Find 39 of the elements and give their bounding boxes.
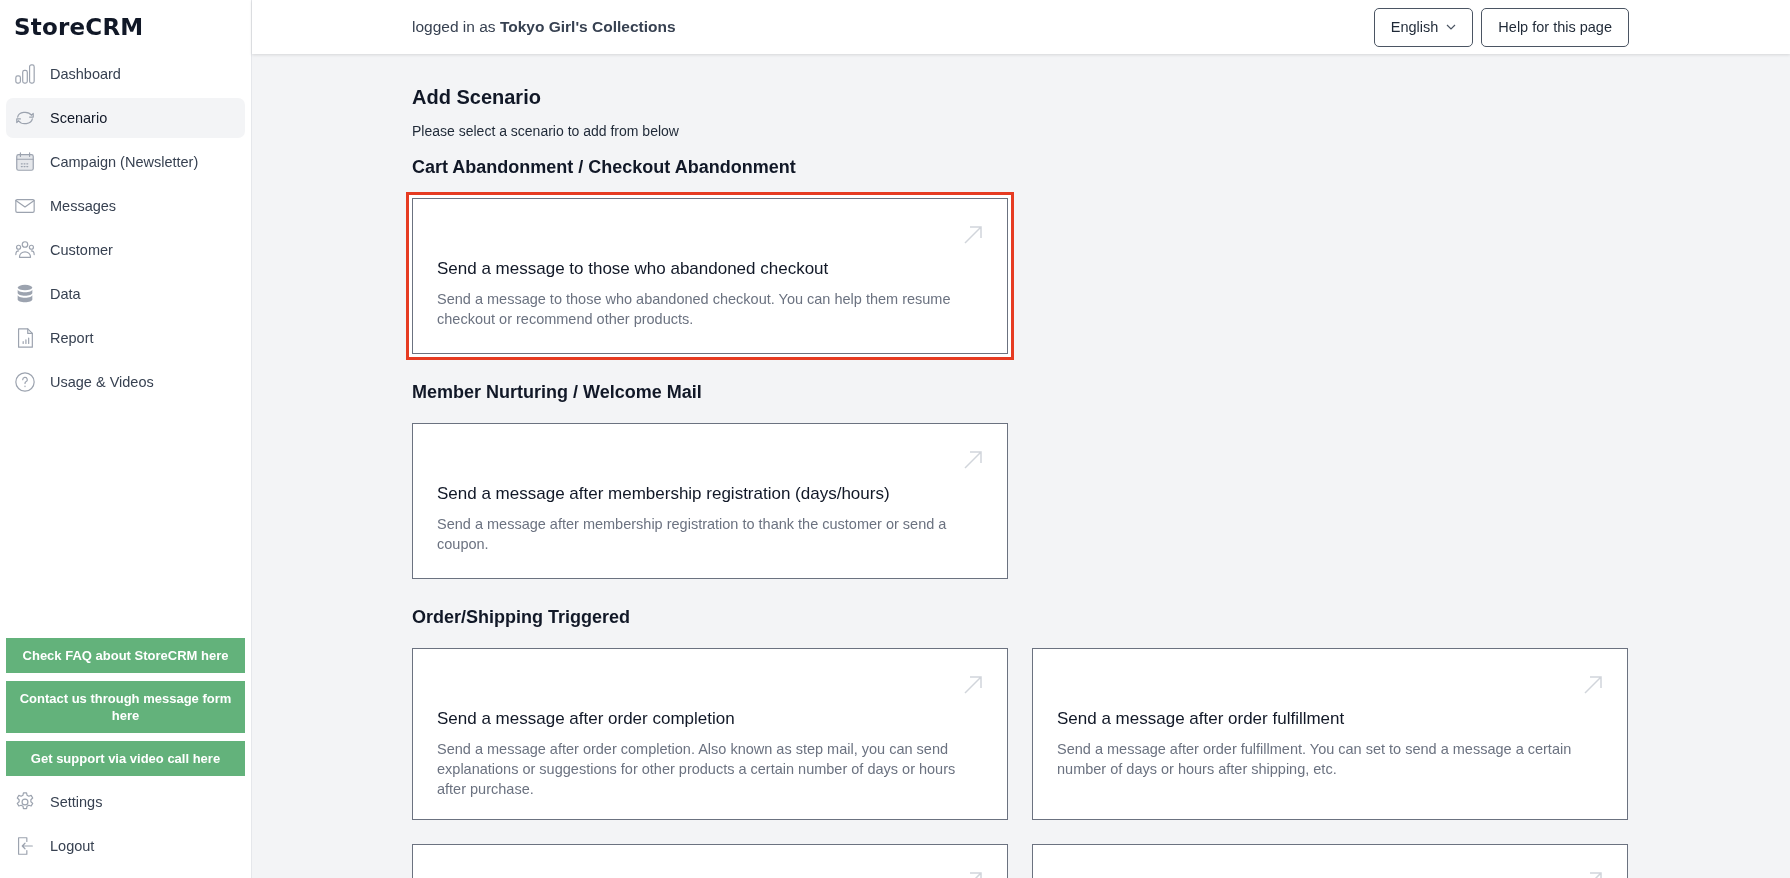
bar-chart-icon <box>14 63 36 85</box>
nav-item[interactable]: Messages <box>6 186 245 226</box>
nav-item[interactable]: Data <box>6 274 245 314</box>
card-description: Send a message to those who abandoned checkout. You can help them resume checkout or recommend other products. <box>437 290 952 329</box>
app-logo: StoreCRM <box>13 13 145 42</box>
card-title: Send a message after order completion <box>437 709 736 729</box>
login-status: logged in as Tokyo Girl's Collections <box>412 18 676 36</box>
people-icon <box>14 239 36 261</box>
card-description: Send a message after membership registration to thank the customer or send a coupon. <box>437 515 948 554</box>
help-button[interactable]: Help for this page <box>1481 7 1629 47</box>
arrow-icon <box>963 450 983 470</box>
nav-item[interactable]: Report <box>6 318 245 358</box>
section-heading: Cart Abandonment / Checkout Abandonment <box>412 157 797 178</box>
card-title: Send a message after order fulfillment <box>1057 709 1346 729</box>
scenario-card[interactable]: Send a message after membership registration (days/hours) Send a message after membership registration to thank the customer or send a coupon. <box>412 423 1008 579</box>
scenario-card[interactable]: Send a message after order fulfillment Send a message after order fulfillment. You can set to send a message a certain number of days or hours after shipping, etc. <box>1032 648 1628 820</box>
arrow-icon <box>963 225 983 245</box>
nav-item[interactable]: Settings <box>6 782 245 822</box>
card-title: Send a message after membership registration (days/hours) <box>437 484 891 504</box>
section-heading: Order/Shipping Triggered <box>412 607 632 628</box>
card-description: Send a message after order fulfillment. You can set to send a message a certain number of days or hours after shipping, etc. <box>1057 740 1573 779</box>
help-icon <box>14 371 36 393</box>
arrow-icon <box>963 675 983 695</box>
nav-item[interactable]: Dashboard <box>6 54 245 94</box>
calendar-icon <box>14 151 36 173</box>
card-title: Send a message to those who abandoned checkout <box>437 259 830 279</box>
arrow-icon <box>1583 675 1603 695</box>
scenario-card[interactable] <box>412 648 1008 820</box>
page-subtitle: Please select a scenario to add from below <box>412 123 680 139</box>
nav-item[interactable]: Scenario <box>6 98 245 138</box>
nav-item[interactable]: Logout <box>6 826 245 866</box>
nav-item[interactable]: Usage & Videos <box>6 362 245 402</box>
nav-item[interactable]: Customer <box>6 230 245 270</box>
section-heading: Member Nurturing / Welcome Mail <box>412 382 703 403</box>
caret-icon <box>1446 24 1457 30</box>
page-title: Add Scenario <box>412 86 542 109</box>
nav-item[interactable]: Campaign (Newsletter) <box>6 142 245 182</box>
card-description: Send a message after order completion. Also known as step mail, you can send explanations or suggestions for other products a certain number of days or hours after purchase. <box>437 740 957 799</box>
language-select[interactable]: English <box>1373 7 1474 47</box>
